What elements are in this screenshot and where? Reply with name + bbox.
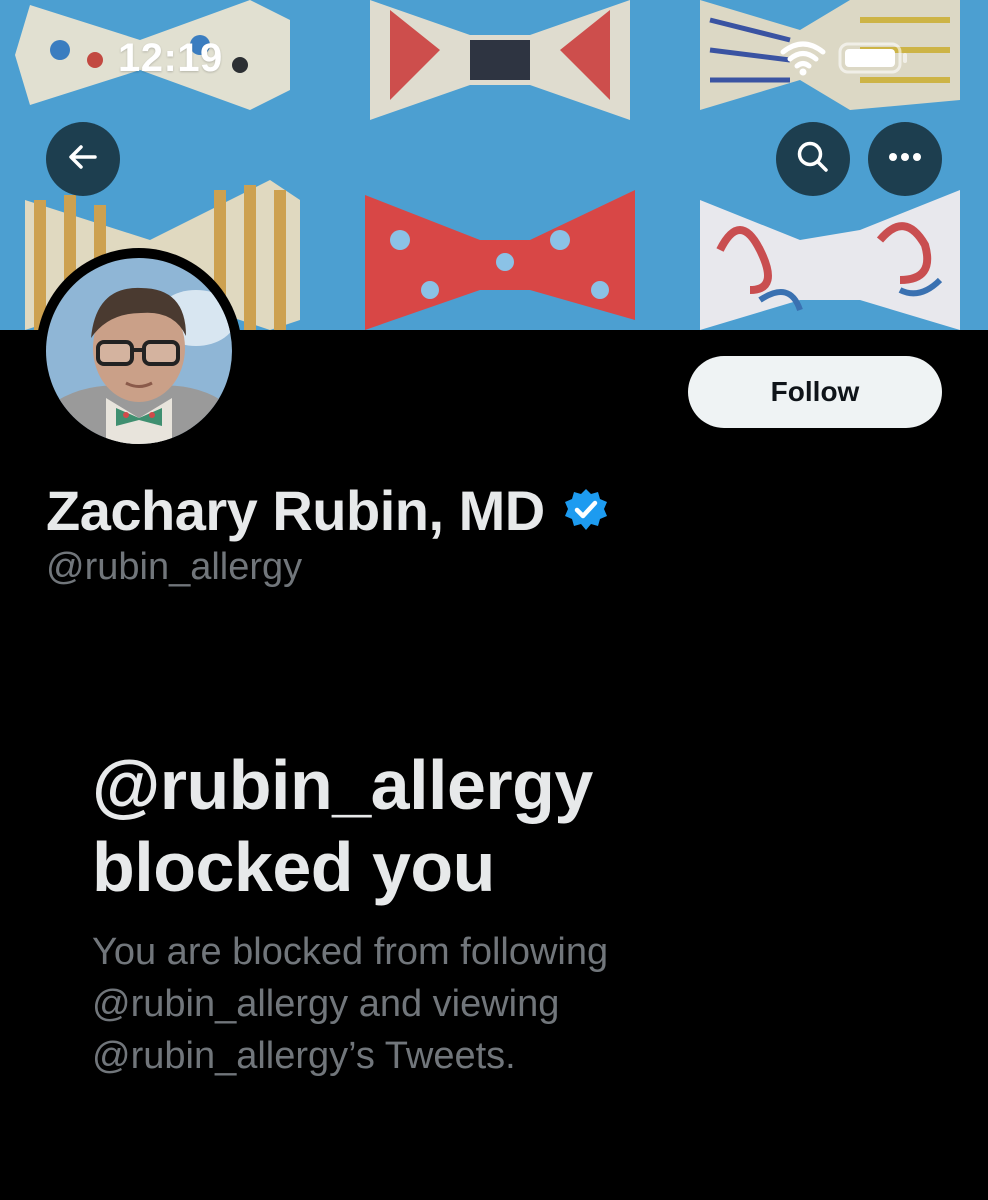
- profile-name: Zachary Rubin, MD: [46, 479, 545, 542]
- search-button[interactable]: [776, 122, 850, 196]
- profile-avatar[interactable]: [36, 248, 242, 454]
- back-button[interactable]: [46, 122, 120, 196]
- avatar-photo: [46, 258, 232, 444]
- more-options-button[interactable]: [868, 122, 942, 196]
- status-time: 12:19: [118, 36, 223, 80]
- search-icon: [795, 139, 831, 180]
- arrow-left-icon: [66, 140, 100, 179]
- verified-badge-icon[interactable]: [563, 487, 609, 538]
- more-horizontal-icon: [887, 150, 923, 168]
- blocked-notice: @rubin_allergy blocked you You are block…: [92, 744, 732, 1082]
- blocked-description: You are blocked from following @rubin_al…: [92, 931, 609, 1077]
- profile-name-row: Zachary Rubin, MD: [46, 478, 609, 543]
- blocked-title: @rubin_allergy blocked you: [92, 746, 593, 906]
- follow-button[interactable]: Follow: [688, 356, 942, 428]
- battery-icon: [838, 40, 910, 81]
- wifi-icon: [780, 40, 826, 81]
- profile-handle: @rubin_allergy: [46, 546, 303, 588]
